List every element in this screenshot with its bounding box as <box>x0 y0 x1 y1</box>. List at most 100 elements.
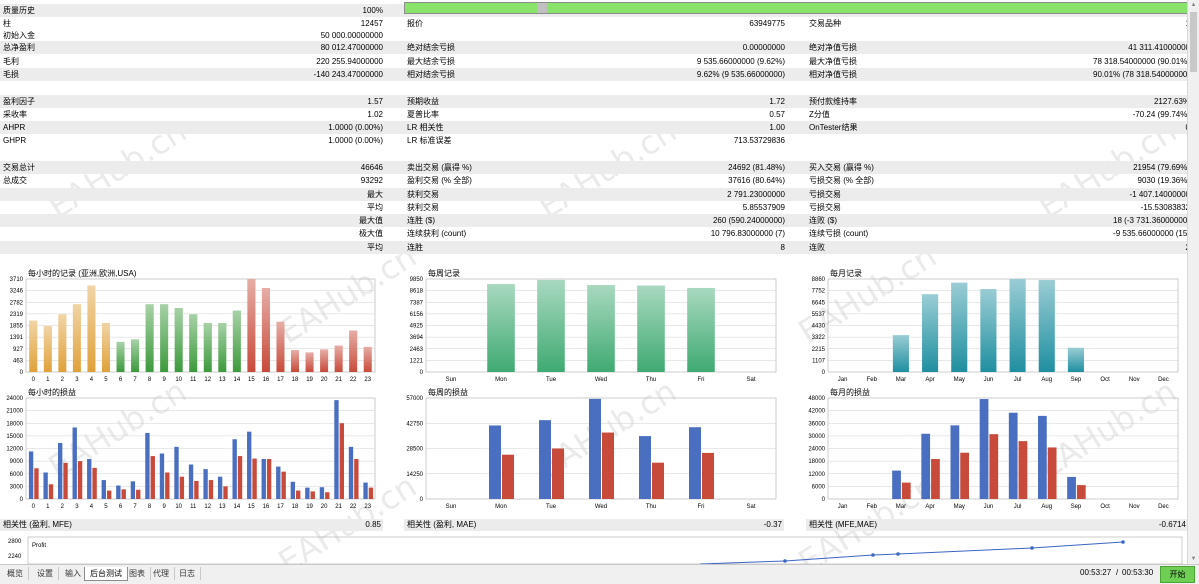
tab-1[interactable]: 设置 <box>32 567 59 580</box>
x-tick-label: Oct <box>1100 377 1110 383</box>
stat-value: 极大值 <box>359 229 383 238</box>
bar-shine <box>189 314 198 372</box>
y-tick-label: 4925 <box>410 324 424 330</box>
vertical-scrollbar[interactable]: ▲ ▼ <box>1187 0 1199 565</box>
bar-profit <box>232 439 237 499</box>
bar-shine <box>72 304 81 372</box>
y-tick-label: 2215 <box>812 347 826 353</box>
x-tick-label: 17 <box>277 504 284 510</box>
x-tick-label: 4 <box>90 377 94 383</box>
x-tick-label: Tue <box>546 377 557 383</box>
x-tick-label: 6 <box>119 377 123 383</box>
bar-loss <box>237 456 243 499</box>
tab-6[interactable]: 日志 <box>174 567 201 580</box>
x-tick-label: 0 <box>32 377 36 383</box>
bar-shine <box>247 279 256 372</box>
bar-profit <box>174 446 179 499</box>
stat-label: 采收率 <box>3 110 27 119</box>
chart-title: 每小时的记录 (亚洲,欧洲,USA) <box>28 268 137 278</box>
bar-profit <box>1067 476 1076 499</box>
y-tick-label: 42000 <box>808 409 825 415</box>
tab-4[interactable]: 图表 <box>124 567 151 580</box>
chart-1: 每周记录 0 1221 2463 3694 4925 6156 7387 8618 9850 Sun… <box>404 266 784 386</box>
bar-shine <box>687 287 715 372</box>
stat-label <box>0 241 203 254</box>
stat-label: 盈利交易 (% 全部) <box>407 176 472 185</box>
chart-svg: 每小时的损益 0 3000 6000 9000 12000 15000 18000 21000 2… <box>6 387 376 510</box>
history-quality-knob <box>537 3 547 13</box>
y-tick-label: 6645 <box>812 300 826 306</box>
correlation-value: 0.85 <box>365 520 381 529</box>
bar-loss <box>106 490 112 499</box>
correlation-label: 相关性 (MFE,MAE) <box>809 520 877 529</box>
bar-loss <box>1018 441 1028 499</box>
tab-5[interactable]: 代理 <box>148 567 175 580</box>
y-tick-label: 36000 <box>808 421 825 427</box>
stat-value: 0.00000000 <box>742 43 785 52</box>
y-tick-label: 8860 <box>812 277 826 283</box>
stat-value: 90.01% (78 318.54000000) <box>1093 70 1190 79</box>
bar-loss <box>34 468 39 499</box>
start-button[interactable]: 开始 <box>1160 566 1195 583</box>
profit-svg: 2800 2240 Profit <box>8 536 1183 565</box>
stat-value: 1.0000 (0.00%) <box>328 136 383 145</box>
bar-shine <box>203 323 212 372</box>
x-tick-label: Apr <box>925 377 934 383</box>
x-tick-label: Jul <box>1014 504 1022 510</box>
stat-value: 9 535.66000000 (9.62%) <box>696 57 785 66</box>
stat-row: 毛损 -140 243.47000000 相对结余亏损 9.62% (9 535.66… <box>0 68 1190 81</box>
bar-profit <box>203 469 208 499</box>
stat-label: LR 标准误差 <box>407 136 452 145</box>
tab-0[interactable]: 概览 <box>2 567 29 580</box>
y-tick-label: 24000 <box>808 447 825 453</box>
stat-value: 41 311.41000000 <box>1128 43 1190 52</box>
bar-loss <box>325 492 330 499</box>
x-tick-label: Sat <box>746 377 755 383</box>
stat-row: 最大值 连胜 ($) 260 (590.24000000) 连败 ($) 18 (-3 … <box>0 214 1190 227</box>
y-tick-label: 2782 <box>10 300 24 306</box>
stat-value: 10 796.83000000 (7) <box>710 229 785 238</box>
tab-2[interactable]: 输入 <box>60 567 87 580</box>
x-tick-label: Feb <box>867 377 878 383</box>
stat-value: 最大 <box>367 190 383 199</box>
scroll-up-icon[interactable]: ▲ <box>1188 0 1199 11</box>
x-tick-label: May <box>954 504 965 510</box>
x-tick-label: 23 <box>364 377 371 383</box>
bar-profit <box>145 432 150 499</box>
stat-label: 相对结余亏损 <box>407 70 455 79</box>
x-tick-label: Sep <box>1071 377 1082 383</box>
y-tick-label: 18000 <box>6 421 23 427</box>
bar-profit <box>305 487 310 499</box>
bar-shine <box>349 330 358 372</box>
x-tick-label: Fri <box>698 504 705 510</box>
y-tick-label: 57000 <box>406 396 423 402</box>
stat-value: 93292 <box>360 176 383 185</box>
y-tick-label: 4430 <box>812 324 826 330</box>
stat-label: 买入交易 (赢得 %) <box>809 163 874 172</box>
chart-0: 每小时的记录 (亚洲,欧洲,USA) 0 463 927 1391 1855 2319 278… <box>0 266 383 386</box>
y-tick-label: 8618 <box>410 289 424 295</box>
chart-svg: 每周的损益 0 14250 28500 42750 57000 Sun Mon Tue Wed Th… <box>406 387 777 510</box>
stat-label: GHPR <box>3 136 27 145</box>
x-tick-label: 22 <box>350 377 357 383</box>
bar-profit <box>589 398 601 499</box>
x-tick-label: 7 <box>133 504 137 510</box>
bar-loss <box>310 491 315 499</box>
stat-label: 绝对结余亏损 <box>407 43 455 52</box>
x-tick-label: 3 <box>75 377 79 383</box>
stat-value: 100% <box>362 6 383 15</box>
y-tick-label: 1107 <box>812 358 826 364</box>
x-tick-label: 8 <box>148 504 152 510</box>
tab-3[interactable]: 后台测试 <box>84 567 128 581</box>
stat-row: 总成交 93292 盈利交易 (% 全部) 37616 (80.64%) 亏损交易 (%… <box>0 174 1190 187</box>
bar-shine <box>131 339 140 372</box>
bar-shine <box>537 279 565 372</box>
x-tick-label: 2 <box>61 504 65 510</box>
x-tick-label: 2 <box>61 377 65 383</box>
stat-label: 最大结余亏损 <box>407 57 455 66</box>
x-tick-label: 14 <box>234 504 241 510</box>
stat-row: 盈利因子 1.57 预期收益 1.72 预付款维持率 2127.63% <box>0 95 1190 108</box>
stat-row <box>0 148 1188 161</box>
scroll-thumb[interactable] <box>1190 12 1197 72</box>
x-tick-label: 21 <box>335 504 342 510</box>
